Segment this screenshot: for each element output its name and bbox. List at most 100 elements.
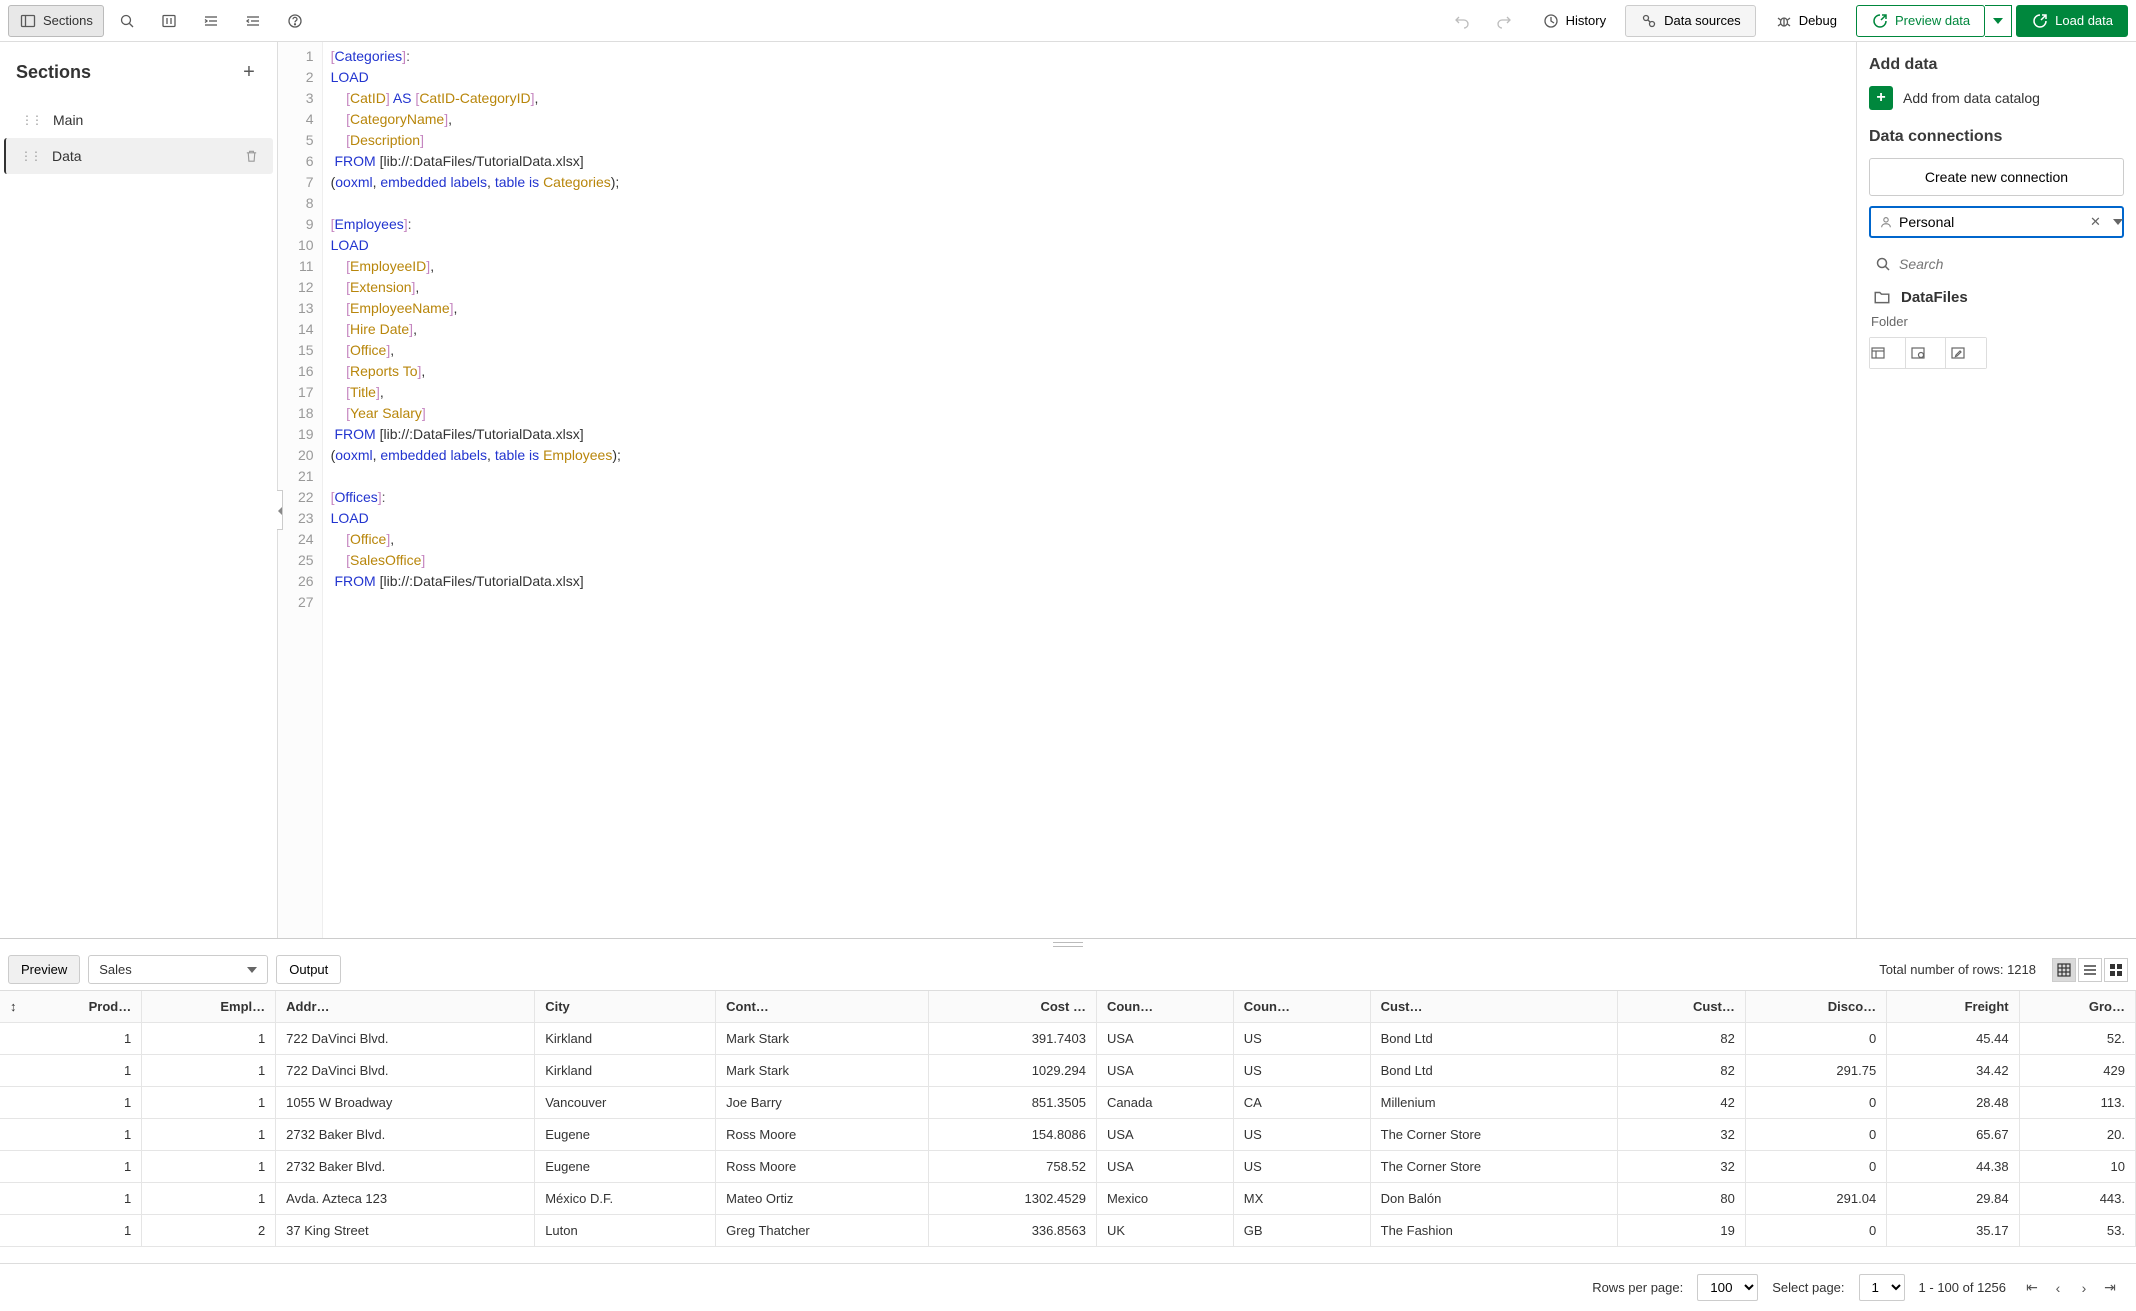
connection-search-input[interactable] bbox=[1899, 256, 2118, 272]
sidebar-item-data[interactable]: ⋮⋮Data bbox=[4, 138, 273, 174]
load-icon bbox=[2031, 12, 2049, 30]
chevron-down-icon[interactable] bbox=[2111, 219, 2125, 225]
column-header[interactable]: Gro… bbox=[2019, 991, 2135, 1023]
table-row[interactable]: 11722 DaVinci Blvd.KirklandMark Stark102… bbox=[0, 1055, 2136, 1087]
view-list-button[interactable] bbox=[2078, 958, 2102, 982]
edit-connection-button[interactable] bbox=[1950, 338, 1986, 368]
table-selector[interactable]: Sales bbox=[88, 955, 268, 984]
comment-button[interactable] bbox=[150, 6, 188, 36]
table-row[interactable]: 112732 Baker Blvd.EugeneRoss Moore758.52… bbox=[0, 1151, 2136, 1183]
row-count: Total number of rows: 1218 bbox=[1879, 962, 2044, 977]
preview-icon bbox=[1871, 12, 1889, 30]
sidebar-collapse-handle[interactable] bbox=[277, 490, 283, 530]
clear-icon[interactable]: ✕ bbox=[2086, 214, 2105, 230]
prev-page-button[interactable]: ‹ bbox=[2046, 1276, 2070, 1300]
trash-icon[interactable] bbox=[244, 149, 259, 164]
table-row[interactable]: 1237 King StreetLutonGreg Thatcher336.85… bbox=[0, 1215, 2136, 1247]
next-page-button[interactable]: › bbox=[2072, 1276, 2096, 1300]
space-selector[interactable]: ✕ bbox=[1869, 206, 2124, 238]
load-data-label: Load data bbox=[2055, 13, 2113, 28]
table-row[interactable]: 111055 W BroadwayVancouverJoe Barry851.3… bbox=[0, 1087, 2136, 1119]
create-connection-button[interactable]: Create new connection bbox=[1869, 158, 2124, 196]
rows-per-page-select[interactable]: 100 bbox=[1697, 1274, 1758, 1301]
preview-data-label: Preview data bbox=[1895, 13, 1970, 28]
indent-icon bbox=[202, 12, 220, 30]
tab-preview[interactable]: Preview bbox=[8, 955, 80, 984]
sections-toggle[interactable]: Sections bbox=[8, 5, 104, 37]
page-range: 1 - 100 of 1256 bbox=[1919, 1280, 2006, 1295]
drag-handle-icon[interactable]: ⋮⋮ bbox=[21, 113, 41, 127]
topbar: Sections History Data sources bbox=[0, 0, 2136, 42]
help-button[interactable] bbox=[276, 6, 314, 36]
last-page-button[interactable]: ⇥ bbox=[2098, 1276, 2122, 1300]
chevron-right-icon: › bbox=[2082, 1280, 2087, 1296]
undo-button[interactable] bbox=[1443, 6, 1481, 36]
add-from-catalog-button[interactable]: + Add from data catalog bbox=[1869, 86, 2124, 110]
debug-button[interactable]: Debug bbox=[1760, 5, 1852, 37]
first-page-button[interactable]: ⇤ bbox=[2020, 1276, 2044, 1300]
add-section-button[interactable]: + bbox=[237, 60, 261, 84]
redo-button[interactable] bbox=[1485, 6, 1523, 36]
load-data-button[interactable]: Load data bbox=[2016, 5, 2128, 37]
space-input[interactable] bbox=[1899, 214, 2080, 230]
column-header[interactable]: ↕ Prod… bbox=[0, 991, 142, 1023]
view-table-button[interactable] bbox=[2052, 958, 2076, 982]
data-sources-button[interactable]: Data sources bbox=[1625, 5, 1756, 37]
sidebar: Sections + ⋮⋮Main⋮⋮Data bbox=[0, 42, 278, 938]
code-body[interactable]: [Categories]:LOAD [CatID] AS [CatID-Cate… bbox=[323, 42, 1856, 938]
table-row[interactable]: 112732 Baker Blvd.EugeneRoss Moore154.80… bbox=[0, 1119, 2136, 1151]
history-button[interactable]: History bbox=[1527, 5, 1621, 37]
column-header[interactable]: Empl… bbox=[142, 991, 276, 1023]
preview-data-dropdown[interactable] bbox=[1985, 5, 2012, 37]
connection-folder[interactable]: DataFiles bbox=[1869, 280, 2124, 314]
outdent-button[interactable] bbox=[234, 6, 272, 36]
table-selector-value: Sales bbox=[99, 962, 132, 977]
preview-panel: Preview Sales Output Total number of row… bbox=[0, 938, 2136, 1311]
tab-output[interactable]: Output bbox=[276, 955, 341, 984]
outdent-icon bbox=[244, 12, 262, 30]
panel-left-icon bbox=[19, 12, 37, 30]
column-header[interactable]: Freight bbox=[1887, 991, 2019, 1023]
table-icon bbox=[2057, 963, 2071, 977]
last-icon: ⇥ bbox=[2104, 1279, 2116, 1295]
column-header[interactable]: Cost … bbox=[929, 991, 1097, 1023]
horizontal-scrollbar[interactable] bbox=[0, 1247, 2136, 1263]
user-icon bbox=[1879, 215, 1893, 229]
column-header[interactable]: Coun… bbox=[1096, 991, 1233, 1023]
indent-button[interactable] bbox=[192, 6, 230, 36]
column-header[interactable]: Cust… bbox=[1370, 991, 1617, 1023]
catalog-label: Add from data catalog bbox=[1903, 90, 2040, 106]
help-icon bbox=[286, 12, 304, 30]
preview-data-button[interactable]: Preview data bbox=[1856, 5, 1985, 37]
search-button[interactable] bbox=[108, 6, 146, 36]
column-header[interactable]: City bbox=[535, 991, 716, 1023]
view-grid-button[interactable] bbox=[2104, 958, 2128, 982]
pager: Rows per page: 100 Select page: 1 1 - 10… bbox=[0, 1263, 2136, 1311]
data-sources-icon bbox=[1640, 12, 1658, 30]
table-row[interactable]: 11Avda. Azteca 123México D.F.Mateo Ortiz… bbox=[0, 1183, 2136, 1215]
sidebar-item-main[interactable]: ⋮⋮Main bbox=[4, 102, 273, 138]
history-label: History bbox=[1566, 13, 1606, 28]
comment-icon bbox=[160, 12, 178, 30]
resize-handle[interactable] bbox=[0, 939, 2136, 949]
table-row[interactable]: 11722 DaVinci Blvd.KirklandMark Stark391… bbox=[0, 1023, 2136, 1055]
insert-script-button[interactable] bbox=[1910, 338, 1946, 368]
code-editor[interactable]: 1234567891011121314151617181920212223242… bbox=[278, 42, 1856, 938]
select-data-button[interactable] bbox=[1870, 338, 1906, 368]
drag-handle-icon[interactable]: ⋮⋮ bbox=[20, 149, 40, 163]
column-header[interactable]: Coun… bbox=[1233, 991, 1370, 1023]
redo-icon bbox=[1495, 12, 1513, 30]
folder-name: DataFiles bbox=[1901, 289, 1968, 306]
data-connections-heading: Data connections bbox=[1869, 128, 2124, 146]
column-header[interactable]: Addr… bbox=[276, 991, 535, 1023]
bug-icon bbox=[1775, 12, 1793, 30]
page-select[interactable]: 1 bbox=[1859, 1274, 1905, 1301]
column-header[interactable]: Disco… bbox=[1745, 991, 1886, 1023]
data-grid[interactable]: ↕ Prod…Empl…Addr…CityCont…Cost …Coun…Cou… bbox=[0, 990, 2136, 1247]
column-header[interactable]: Cust… bbox=[1617, 991, 1745, 1023]
debug-label: Debug bbox=[1799, 13, 1837, 28]
grid-icon bbox=[2109, 963, 2123, 977]
folder-actions bbox=[1869, 337, 1987, 369]
plus-icon: + bbox=[243, 61, 255, 83]
column-header[interactable]: Cont… bbox=[716, 991, 929, 1023]
